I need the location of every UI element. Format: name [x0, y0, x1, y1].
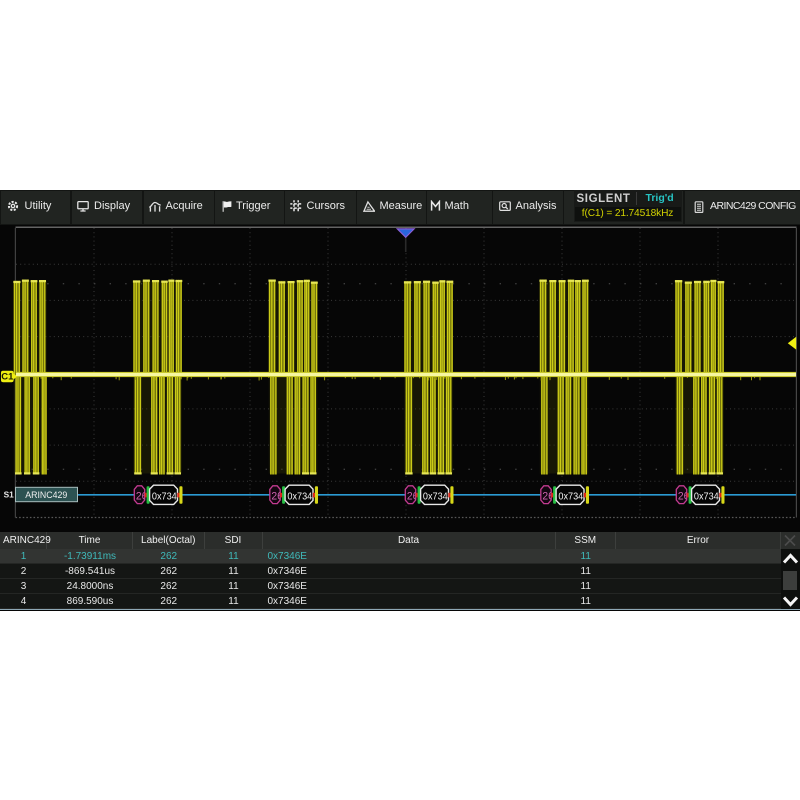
- svg-text:C1: C1: [1, 372, 14, 383]
- svg-text:ARINC429: ARINC429: [25, 490, 67, 500]
- svg-text:S1: S1: [4, 489, 15, 499]
